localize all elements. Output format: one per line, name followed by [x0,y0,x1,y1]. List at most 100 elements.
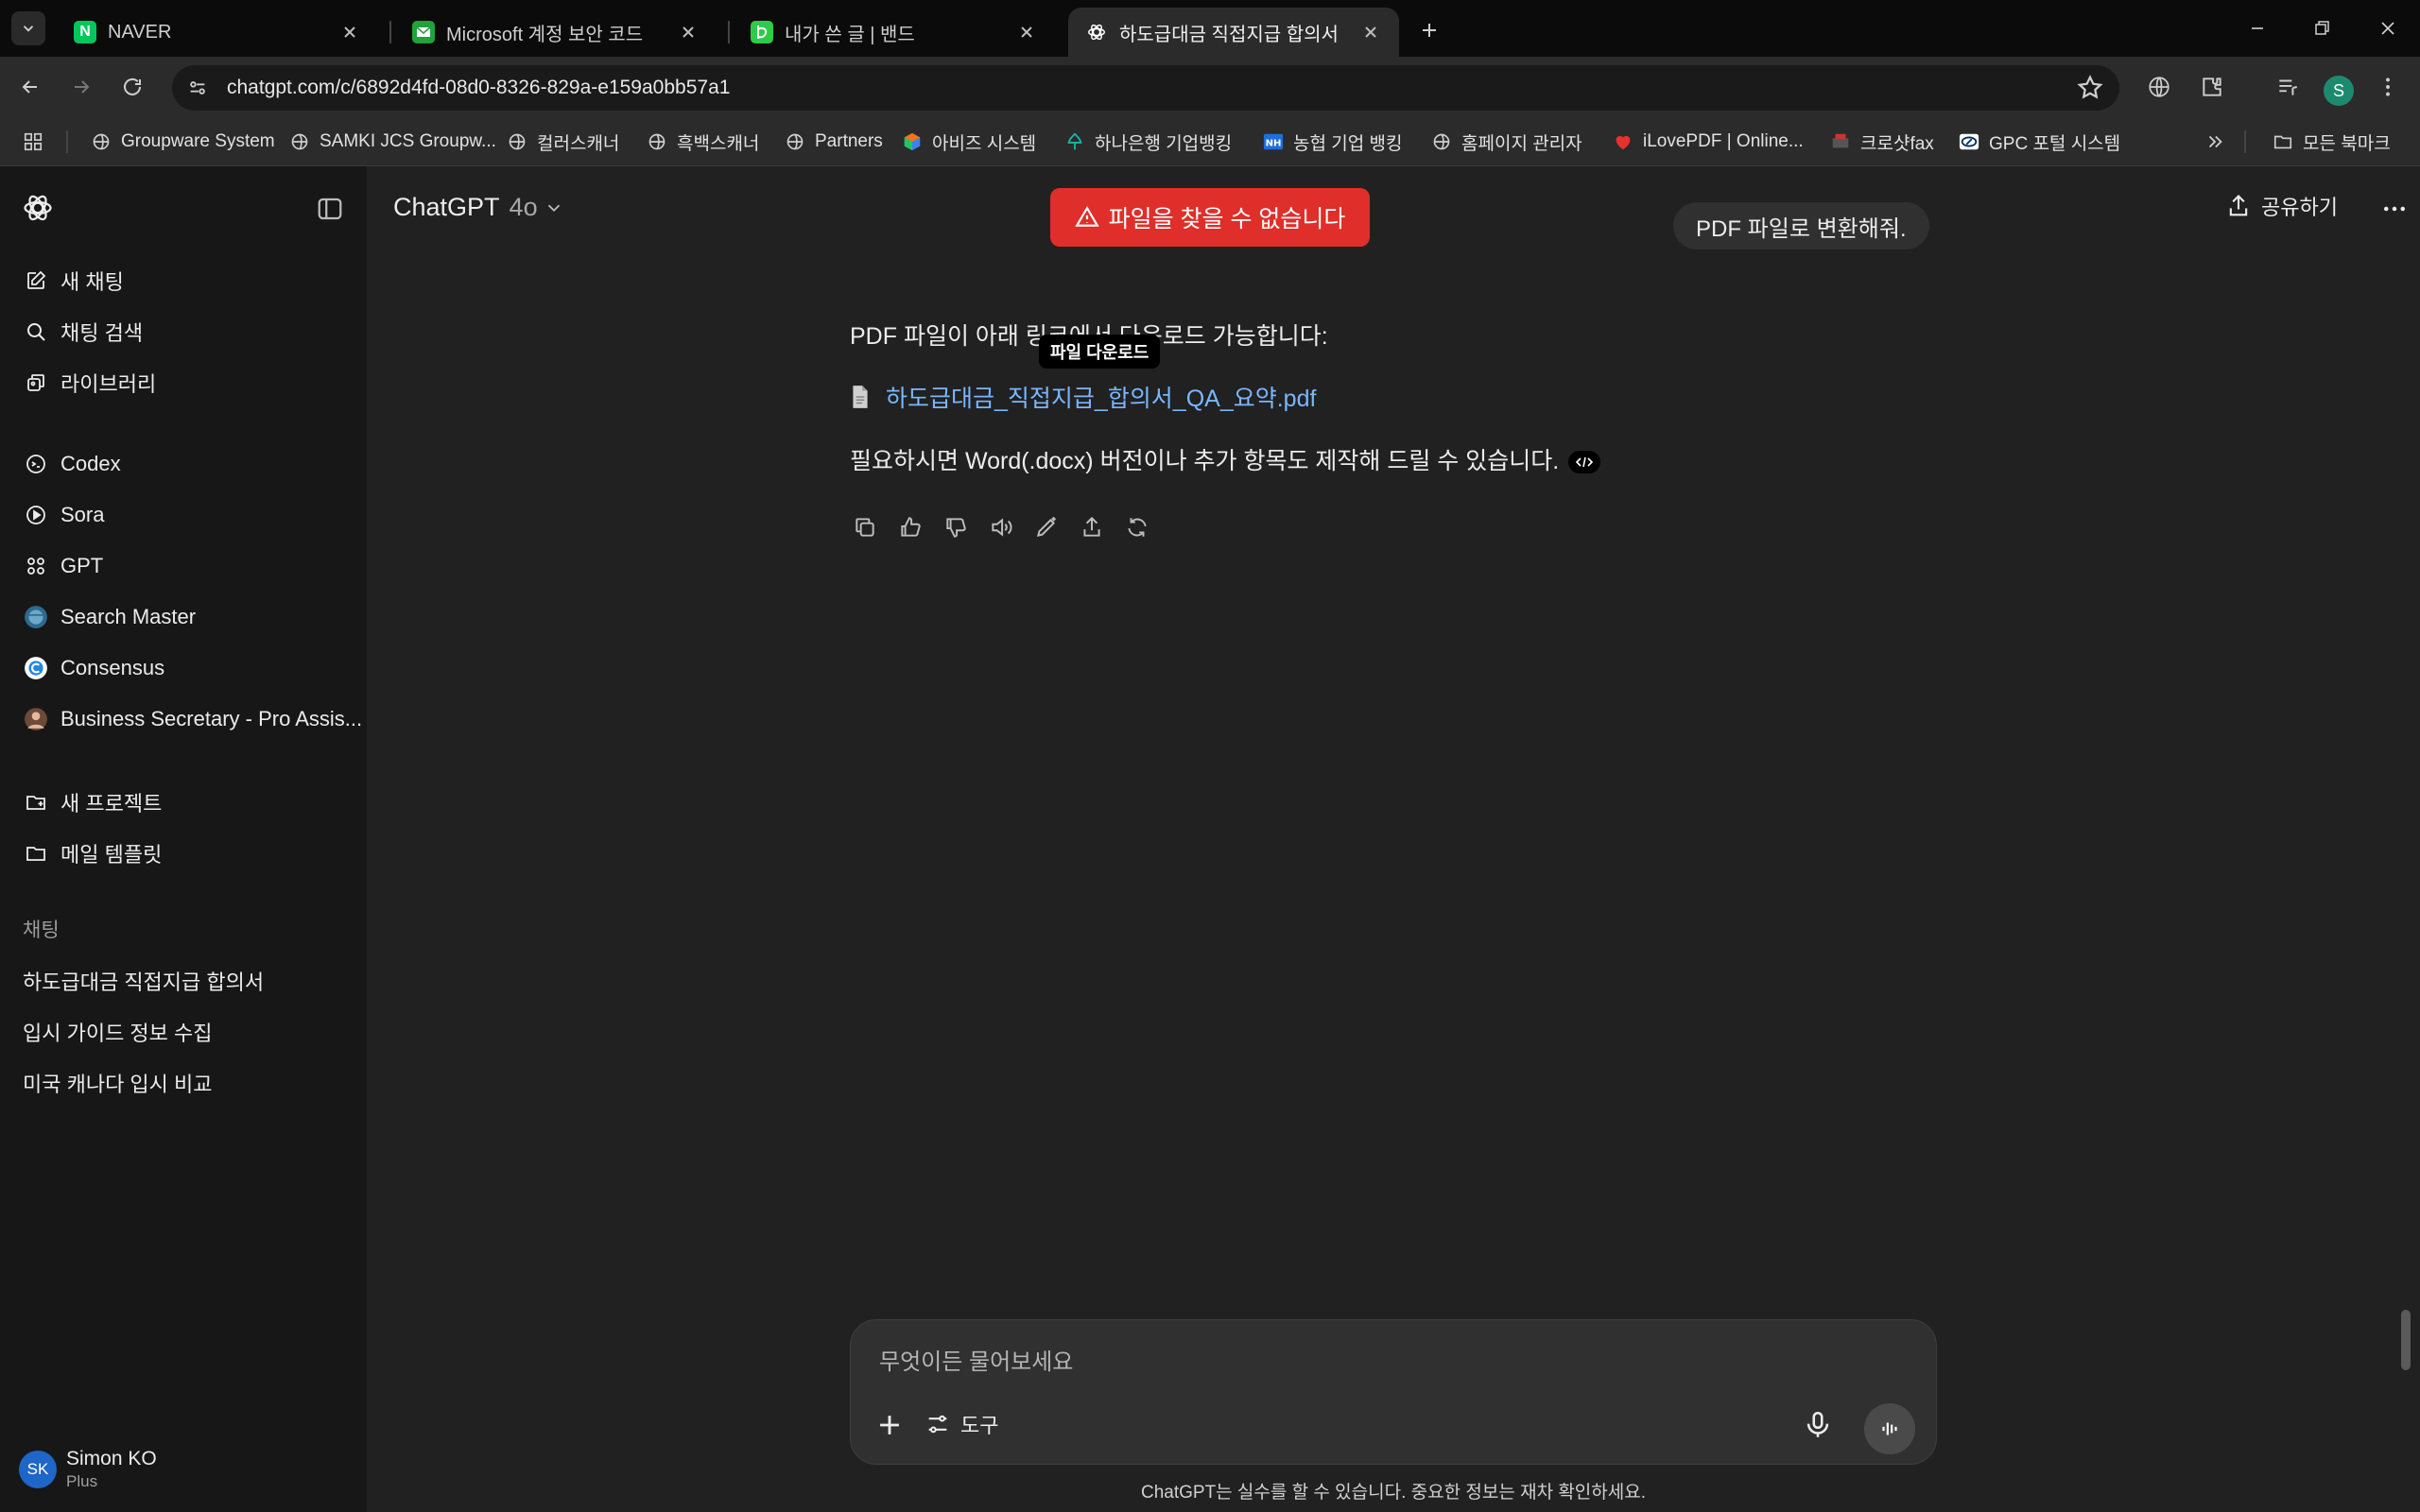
sidebar-item-label: GPT [60,554,104,577]
bookmark-label: 컬러스캐너 [537,133,620,154]
scrollbar-thumb[interactable] [2401,1310,2411,1370]
bookmark-nh-bank[interactable]: NH 농협 기업 뱅킹 [1263,127,1402,157]
thumbs-down-button[interactable] [941,512,971,542]
tab-microsoft-security-code[interactable]: Microsoft 계정 보안 코드 [395,8,717,57]
consensus-icon [23,655,49,681]
double-chevron-right-icon [2208,135,2222,148]
sidebar-item-sora[interactable]: Sora [13,493,354,537]
bookmark-homepage-admin[interactable]: 홈페이지 관리자 [1431,127,1582,157]
read-aloud-button[interactable] [986,512,1016,542]
back-button[interactable] [13,70,47,104]
restore-button[interactable] [2303,9,2341,47]
forward-button[interactable] [64,70,98,104]
close-icon[interactable] [677,21,700,43]
translate-icon[interactable] [2144,72,2174,102]
share-message-button[interactable] [1077,512,1107,542]
edit-button[interactable] [1031,512,1062,542]
voice-mode-button[interactable] [1864,1403,1915,1454]
tab-chatgpt-active[interactable]: 하도급대금 직접지급 합의서 [1068,8,1399,57]
url-text[interactable]: chatgpt.com/c/6892d4fd-08d0-8326-829a-e1… [227,77,730,99]
new-tab-button[interactable] [1412,13,1446,47]
bookmark-groupware[interactable]: Groupware System [91,127,275,157]
kebab-menu-icon[interactable] [2373,72,2403,102]
close-icon[interactable] [1359,21,1382,43]
sidebar-item-new-project[interactable]: 새 프로젝트 [13,781,354,824]
more-bookmarks-button[interactable] [2204,127,2225,157]
user-plan: Plus [66,1472,98,1490]
openai-logo-icon[interactable] [21,191,55,225]
copy-button[interactable] [850,512,880,542]
browser-tab-bar: N NAVER Microsoft 계정 보안 코드 내가 쓴 글 | 밴드 하… [0,0,2420,57]
site-info-icon[interactable] [182,72,214,104]
sidebar-toggle-icon[interactable] [316,195,344,223]
sidebar-item-codex[interactable]: Codex [13,442,354,486]
reload-button[interactable] [115,70,149,104]
code-interpreter-icon[interactable] [1568,451,1601,474]
tab-divider [728,21,730,43]
address-bar[interactable]: chatgpt.com/c/6892d4fd-08d0-8326-829a-e1… [172,65,2119,111]
message-composer[interactable]: 무엇이든 물어보세요 도구 [850,1319,1937,1465]
media-control-icon[interactable] [2273,72,2303,102]
close-icon[interactable] [338,21,361,43]
chat-history-item[interactable]: 입시 가이드 정보 수집 [23,1017,213,1047]
globe-icon [647,131,667,152]
tab-band[interactable]: 내가 쓴 글 | 밴드 [734,8,1055,57]
bookmark-color-scanner[interactable]: 컬러스캐너 [507,127,619,157]
tools-button[interactable]: 도구 [925,1409,998,1439]
plus-icon[interactable] [873,1409,906,1441]
model-name: ChatGPT [393,193,500,221]
folder-icon [2273,131,2293,152]
file-download-link[interactable]: 하도급대금_직접지급_합의서_QA_요약.pdf [850,380,1316,414]
model-switcher[interactable]: ChatGPT 4o [393,193,564,222]
sidebar-item-mail-template[interactable]: 메일 템플릿 [13,832,354,875]
bookmark-label: SAMKI JCS Groupw... [320,131,496,151]
bookmark-bw-scanner[interactable]: 흑백스캐너 [647,127,759,157]
folder-icon [23,840,49,867]
bookmark-ilovepdf[interactable]: iLovePDF | Online... [1613,127,1804,157]
close-window-button[interactable] [2369,9,2407,47]
extensions-icon[interactable] [2197,72,2227,102]
tab-naver[interactable]: N NAVER [57,8,378,57]
sidebar-item-label: 채팅 검색 [60,321,144,345]
apps-grid-icon [24,132,43,151]
tab-search-button[interactable] [11,11,45,45]
heart-icon [1613,131,1634,152]
bookmark-abiz[interactable]: 아비즈 시스템 [902,127,1036,157]
bookmark-crossfax[interactable]: 크로샷fax [1830,127,1934,157]
regenerate-button[interactable] [1122,512,1152,542]
minimize-button[interactable] [2238,9,2276,47]
sidebar-item-gpt[interactable]: GPT [13,544,354,588]
thumbs-up-icon [901,517,921,537]
apps-button[interactable] [23,127,43,157]
close-icon[interactable] [1015,21,1038,43]
sidebar-item-search-master[interactable]: Search Master [13,595,354,639]
edit-sparkle-icon [1036,517,1056,538]
profile-avatar[interactable]: S [2324,76,2354,106]
bookmark-star-icon[interactable] [2076,74,2104,102]
bookmark-hana-bank[interactable]: 하나은행 기업뱅킹 [1064,127,1232,157]
chat-history-item[interactable]: 미국 캐나다 입시 비교 [23,1068,213,1098]
user-account-menu[interactable]: SK Simon KO Plus [19,1448,157,1491]
message-input[interactable]: 무엇이든 물어보세요 [879,1343,1073,1376]
bookmark-gpc-portal[interactable]: GPC 포털 시스템 [1959,127,2120,157]
sora-icon [23,502,49,528]
sidebar-item-business-secretary[interactable]: Business Secretary - Pro Assis... [13,697,362,741]
user-message-bubble: PDF 파일로 변환해줘. [1673,202,1929,249]
bookmark-partners[interactable]: Partners [785,127,883,157]
avatar: SK [19,1451,57,1488]
refresh-icon [1128,518,1147,537]
error-message: 파일을 찾을 수 없습니다 [1108,206,1346,232]
sidebar-item-new-chat[interactable]: 새 채팅 [13,259,354,302]
bookmark-samki[interactable]: SAMKI JCS Groupw... [289,127,496,157]
microphone-icon[interactable] [1802,1409,1834,1441]
share-button[interactable]: 공유하기 [2225,191,2338,221]
sidebar-item-library[interactable]: 라이브러리 [13,361,354,404]
all-bookmarks-folder[interactable]: 모든 북마크 [2273,127,2391,157]
sidebar-item-consensus[interactable]: Consensus [13,646,354,690]
sidebar-item-search-chats[interactable]: 채팅 검색 [13,310,354,353]
more-options-icon[interactable] [2380,195,2409,223]
speaker-icon [992,518,1012,537]
globe-icon [91,131,112,152]
chat-history-item[interactable]: 하도급대금 직접지급 합의서 [23,966,264,996]
thumbs-up-button[interactable] [895,512,925,542]
